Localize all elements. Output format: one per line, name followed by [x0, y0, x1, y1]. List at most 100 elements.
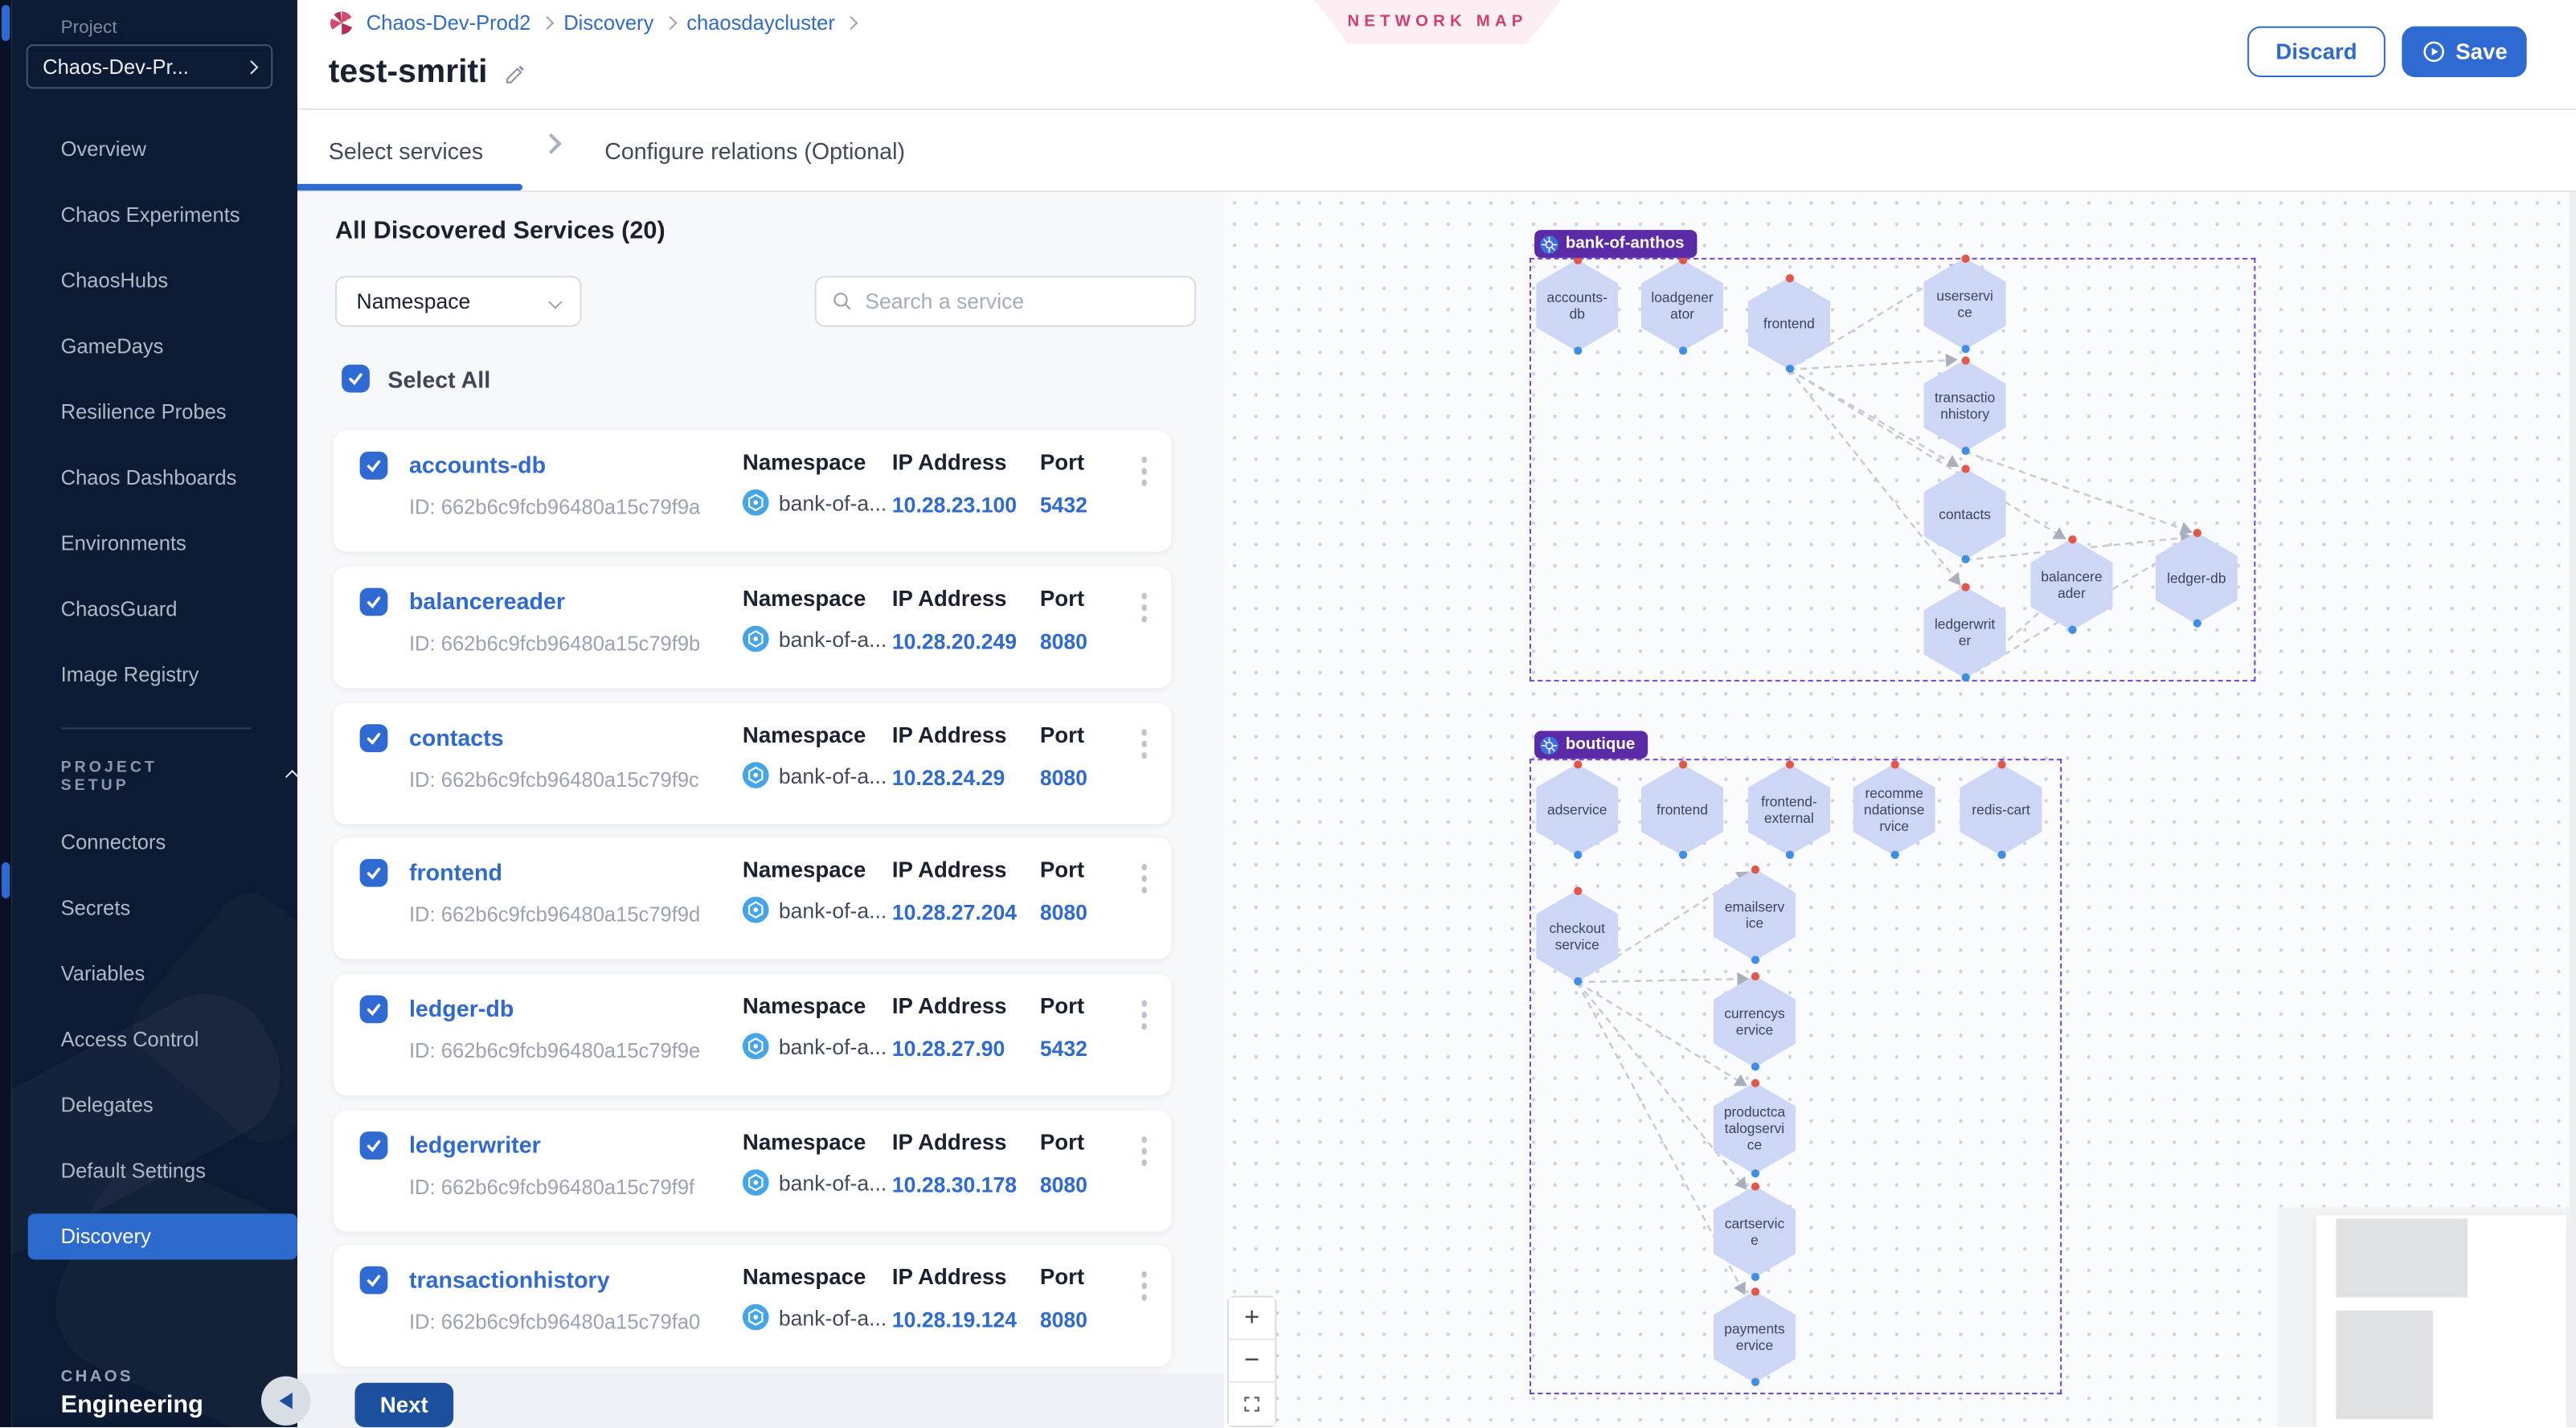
service-card: ledger-db ID: 662b6c9fcb96480a15c79f9e N… [334, 974, 1171, 1095]
map-node-ledger-db[interactable]: ledger-db [2156, 532, 2238, 624]
sidebar-item-delegates[interactable]: Delegates [11, 1082, 297, 1128]
service-name-link[interactable]: ledger-db [409, 995, 514, 1021]
scrollbar[interactable] [2570, 192, 2576, 1428]
namespace-filter-dropdown[interactable]: Namespace [335, 276, 582, 326]
service-checkbox[interactable] [360, 995, 388, 1023]
nav-rail-accent-top[interactable] [2, 5, 10, 41]
service-id: ID: 662b6c9fcb96480a15c79f9c [409, 768, 699, 792]
service-id: ID: 662b6c9fcb96480a15c79fa0 [409, 1311, 700, 1334]
project-selector[interactable]: Chaos-Dev-Pr... [27, 44, 273, 88]
main-area: NETWORK MAP Chaos-Dev-Prod2 Discovery ch… [297, 0, 2576, 1428]
map-zoom-controls: + − [1227, 1295, 1276, 1426]
sidebar-item-resilience-probes[interactable]: Resilience Probes [11, 389, 297, 435]
sidebar-item-connectors[interactable]: Connectors [11, 820, 297, 865]
service-checkbox[interactable] [360, 452, 388, 480]
map-node-paymentservice[interactable]: paymentservice [1714, 1291, 1796, 1382]
map-node-ledgerwriter[interactable]: ledgerwriter [1924, 587, 2006, 678]
sidebar-item-gamedays[interactable]: GameDays [11, 324, 297, 370]
sidebar-item-access-control[interactable]: Access Control [11, 1017, 297, 1062]
map-node-currencyservice[interactable]: currencyservice [1714, 976, 1796, 1067]
kubernetes-icon [1539, 234, 1559, 254]
map-node-checkoutservice[interactable]: checkoutservice [1536, 890, 1618, 982]
map-node-contacts[interactable]: contacts [1924, 468, 2006, 559]
breadcrumb-link-project[interactable]: Chaos-Dev-Prod2 [367, 11, 530, 35]
row-menu-button[interactable] [1137, 1133, 1149, 1168]
sidebar-item-image-registry[interactable]: Image Registry [11, 652, 297, 698]
discard-button[interactable]: Discard [2247, 27, 2386, 77]
map-node-productcatalogservice[interactable]: productcatalogservice [1714, 1082, 1796, 1174]
row-menu-button[interactable] [1137, 590, 1149, 625]
service-search [815, 276, 1196, 326]
row-menu-button[interactable] [1137, 861, 1149, 896]
service-checkbox[interactable] [360, 859, 388, 887]
service-card: ledgerwriter ID: 662b6c9fcb96480a15c79f9… [334, 1111, 1171, 1232]
sidebar-item-chaos-dashboards[interactable]: Chaos Dashboards [11, 455, 297, 501]
sidebar-item-discovery[interactable]: Discovery [28, 1213, 297, 1259]
chevron-down-icon [548, 294, 562, 308]
map-node-balancereader[interactable]: balancereader [2030, 538, 2112, 630]
map-node-redis-cart[interactable]: redis-cart [1960, 763, 2042, 855]
breadcrumb-link-discovery[interactable]: Discovery [563, 11, 653, 35]
nav-rail-accent-mid[interactable] [2, 862, 10, 898]
module-label-engineering: Engineering [61, 1391, 203, 1419]
row-menu-button[interactable] [1137, 726, 1149, 761]
port-value: 8080 [1040, 765, 1087, 790]
map-node-transactionhistory[interactable]: transactionhistory [1924, 360, 2006, 452]
project-setup-section[interactable]: PROJECT SETUP [61, 759, 297, 795]
map-minimap[interactable] [2277, 1207, 2576, 1428]
map-node-frontend[interactable]: frontend [1748, 277, 1830, 369]
select-all-checkbox[interactable] [342, 365, 370, 393]
cluster-badge-boutique[interactable]: boutique [1534, 730, 1648, 759]
edit-pencil-icon[interactable] [504, 62, 527, 85]
row-menu-button[interactable] [1137, 453, 1149, 489]
service-checkbox[interactable] [360, 1131, 388, 1160]
service-name-link[interactable]: frontend [409, 859, 502, 886]
network-map[interactable]: bank-of-anthos accounts-db loadgenerator… [1224, 192, 2576, 1428]
sidebar-item-overview[interactable]: Overview [11, 126, 297, 172]
service-id: ID: 662b6c9fcb96480a15c79f9b [409, 632, 700, 656]
map-node-loadgenerator[interactable]: loadgenerator [1641, 260, 1723, 351]
service-name-link[interactable]: accounts-db [409, 452, 546, 478]
service-name-link[interactable]: balancereader [409, 588, 565, 615]
service-checkbox[interactable] [360, 588, 388, 616]
zoom-in-button[interactable]: + [1229, 1298, 1275, 1340]
next-button[interactable]: Next [355, 1383, 454, 1427]
sidebar-item-chaos-experiments[interactable]: Chaos Experiments [11, 192, 297, 238]
sidebar-item-secrets[interactable]: Secrets [11, 886, 297, 931]
service-name-link[interactable]: ledgerwriter [409, 1131, 541, 1158]
map-node-userservice[interactable]: userservice [1924, 258, 2006, 350]
map-node-adservice[interactable]: adservice [1536, 763, 1618, 855]
sidebar-collapse-button[interactable] [261, 1377, 310, 1426]
search-input[interactable] [865, 289, 1179, 314]
kubernetes-icon [1539, 735, 1559, 755]
map-node-cartservice[interactable]: cartservice [1714, 1186, 1796, 1278]
cluster-badge-bank-of-anthos[interactable]: bank-of-anthos [1534, 230, 1698, 258]
service-id: ID: 662b6c9fcb96480a15c79f9f [409, 1176, 694, 1199]
sidebar-item-variables[interactable]: Variables [11, 951, 297, 996]
save-button[interactable]: Save [2402, 27, 2526, 77]
breadcrumb-link-cluster[interactable]: chaosdaycluster [686, 11, 835, 35]
row-menu-button[interactable] [1137, 1268, 1149, 1303]
ip-value: 10.28.24.29 [892, 765, 1005, 790]
service-checkbox[interactable] [360, 724, 388, 752]
map-node-frontend-boutique[interactable]: frontend [1641, 763, 1723, 855]
sidebar-item-default-settings[interactable]: Default Settings [11, 1148, 297, 1194]
map-node-accounts-db[interactable]: accounts-db [1536, 260, 1618, 351]
sidebar-item-environments[interactable]: Environments [11, 521, 297, 567]
tab-select-services[interactable]: Select services [329, 138, 483, 165]
namespace-icon [743, 1033, 769, 1059]
map-node-recommendationservice[interactable]: recommendationservice [1853, 763, 1935, 855]
sidebar-item-chaosguard[interactable]: ChaosGuard [11, 587, 297, 632]
namespace-icon [743, 1304, 769, 1331]
namespace-icon [743, 762, 769, 788]
row-menu-button[interactable] [1137, 997, 1149, 1033]
fullscreen-button[interactable] [1229, 1383, 1275, 1426]
zoom-out-button[interactable]: − [1229, 1340, 1275, 1383]
service-name-link[interactable]: transactionhistory [409, 1266, 610, 1293]
map-node-emailservice[interactable]: emailservice [1714, 869, 1796, 960]
service-checkbox[interactable] [360, 1266, 388, 1295]
map-node-frontend-external[interactable]: frontend-external [1748, 763, 1830, 855]
service-name-link[interactable]: contacts [409, 724, 504, 751]
tab-configure-relations[interactable]: Configure relations (Optional) [604, 138, 905, 165]
sidebar-item-chaoshubs[interactable]: ChaosHubs [11, 258, 297, 304]
